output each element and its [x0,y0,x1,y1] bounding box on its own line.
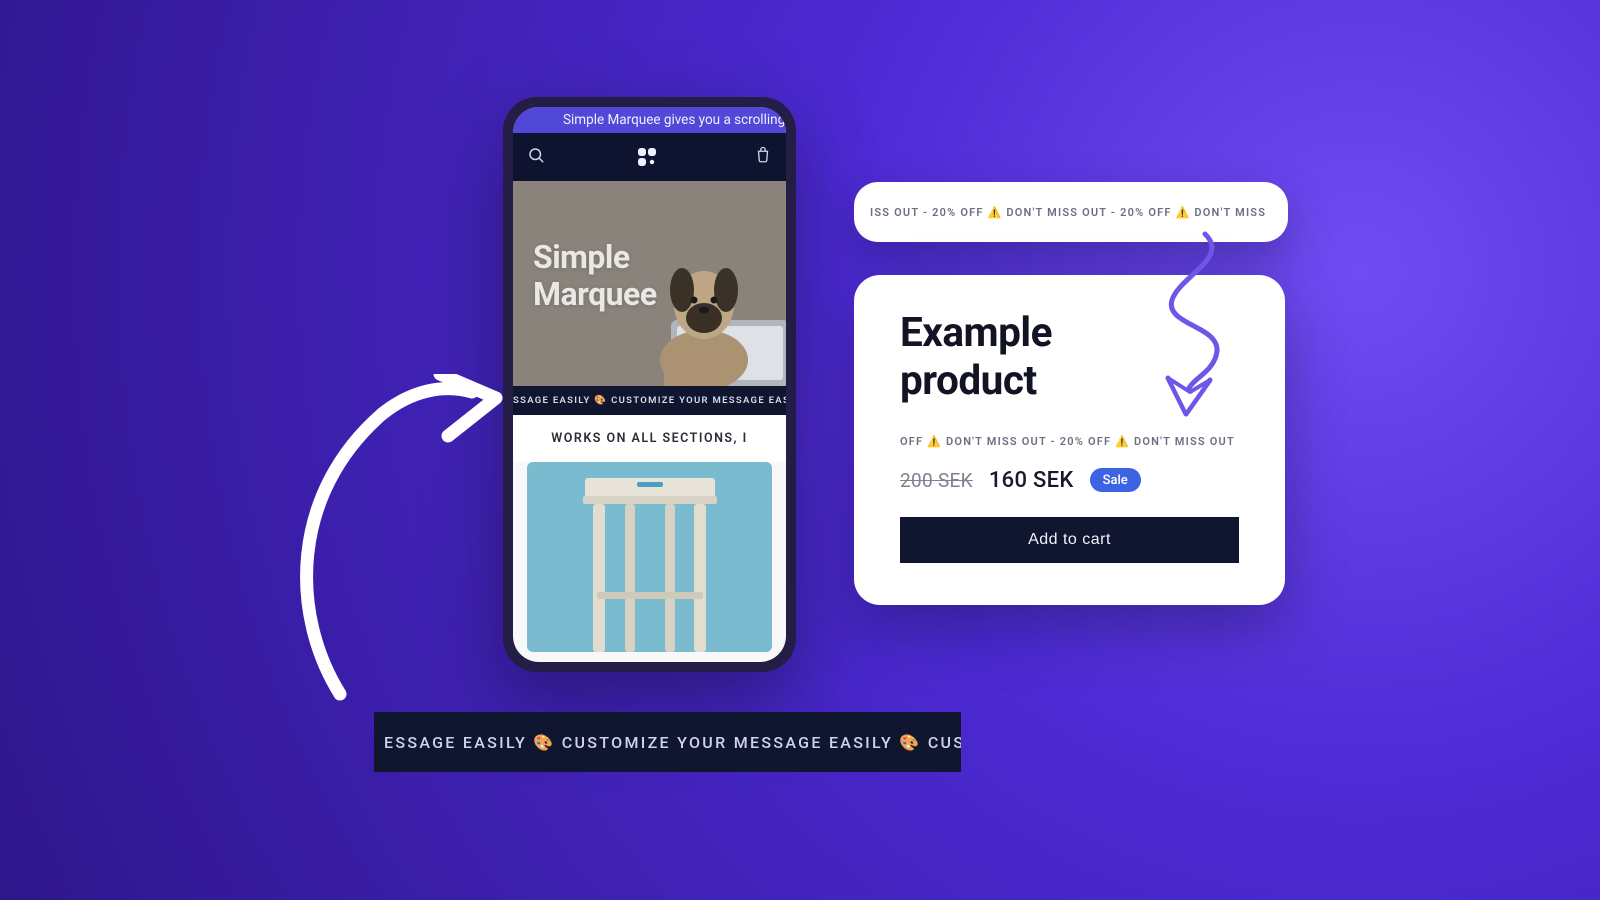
squiggle-arrow-icon [1150,230,1240,425]
store-logo-icon [637,147,663,167]
bottom-marquee-text: ESSAGE EASILY 🎨 CUSTOMIZE YOUR MESSAGE E… [384,733,961,752]
hero-banner: Simple Marquee [513,181,786,386]
section-caption: WORKS ON ALL SECTIONS, I [513,415,786,462]
price-compare: 200 SEK [900,469,973,492]
cart-icon[interactable] [754,146,772,168]
laptop-illustration [646,316,786,386]
product-marquee: OFF ⚠️ DON'T MISS OUT - 20% OFF ⚠️ DON'T… [900,435,1239,448]
bottom-marquee-bar: ESSAGE EASILY 🎨 CUSTOMIZE YOUR MESSAGE E… [374,712,961,772]
floating-marquee-text: ISS OUT - 20% OFF ⚠️ DON'T MISS OUT - 20… [870,206,1266,219]
add-to-cart-button[interactable]: Add to cart [900,517,1239,563]
sale-badge: Sale [1090,468,1141,492]
arrow-icon [282,374,512,704]
phone-frame: Simple Marquee gives you a scrolling ea [503,97,796,672]
search-icon[interactable] [527,146,545,168]
phone-screen: Simple Marquee gives you a scrolling ea [513,107,786,662]
price-current: 160 SEK [989,468,1074,493]
dog-illustration [644,250,764,386]
hero-title-line2: Marquee [533,276,657,313]
hero-title: Simple Marquee [533,239,657,313]
marquee-strip-dark: SSAGE EASILY 🎨 CUSTOMIZE YOUR MESSAGE EA… [513,386,786,415]
price-row: 200 SEK 160 SEK Sale [900,468,1239,493]
announcement-bar: Simple Marquee gives you a scrolling ea [513,107,786,133]
store-header [513,133,786,181]
product-image [527,462,772,652]
hero-title-line1: Simple [533,239,657,276]
